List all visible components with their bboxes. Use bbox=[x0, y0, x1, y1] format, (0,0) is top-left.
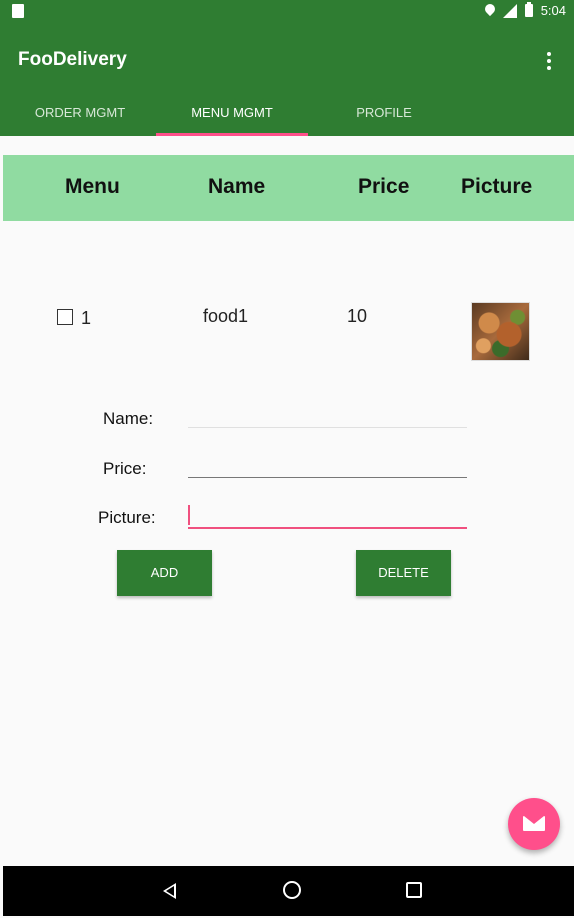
tab-bar: ORDER MGMT MENU MGMT PROFILE bbox=[4, 98, 462, 136]
envelope-icon bbox=[523, 816, 545, 831]
row-price: 10 bbox=[347, 306, 368, 326]
text-cursor bbox=[188, 505, 190, 525]
home-icon[interactable] bbox=[283, 881, 301, 899]
status-time: 5:04 bbox=[540, 3, 566, 18]
price-input[interactable] bbox=[188, 453, 467, 478]
app-bar: FooDelivery ORDER MGMT MENU MGMT PROFILE bbox=[0, 22, 574, 136]
picture-input[interactable] bbox=[188, 503, 467, 529]
add-button[interactable]: ADD bbox=[117, 550, 212, 596]
table-header: Menu Name Price Picture bbox=[3, 155, 574, 221]
system-nav-bar bbox=[3, 866, 574, 916]
delete-button[interactable]: DELETE bbox=[356, 550, 451, 596]
price-label: Price: bbox=[103, 459, 147, 478]
row-menu-number: 1 bbox=[81, 308, 92, 328]
tab-order-mgmt[interactable]: ORDER MGMT bbox=[4, 98, 156, 136]
overflow-menu-icon[interactable] bbox=[546, 52, 552, 70]
row-checkbox[interactable] bbox=[57, 309, 73, 325]
tab-profile[interactable]: PROFILE bbox=[308, 98, 460, 136]
header-picture: Picture bbox=[461, 175, 533, 198]
screen: 5:04 FooDelivery ORDER MGMT MENU MGMT PR… bbox=[0, 0, 574, 918]
recent-apps-icon[interactable] bbox=[406, 882, 422, 898]
email-fab-button[interactable] bbox=[508, 798, 560, 850]
header-price: Price bbox=[358, 175, 410, 198]
picture-label: Picture: bbox=[98, 508, 156, 527]
back-icon[interactable] bbox=[163, 883, 176, 899]
tab-menu-mgmt[interactable]: MENU MGMT bbox=[156, 98, 308, 136]
row-name: food1 bbox=[203, 306, 249, 326]
name-input[interactable] bbox=[188, 403, 467, 428]
signal-icon bbox=[502, 3, 517, 18]
name-label: Name: bbox=[103, 409, 154, 428]
row-food-picture bbox=[471, 302, 530, 361]
header-menu: Menu bbox=[65, 175, 120, 198]
app-title: FooDelivery bbox=[18, 49, 127, 70]
header-name: Name bbox=[208, 175, 266, 198]
status-bar: 5:04 bbox=[0, 0, 574, 22]
battery-icon bbox=[524, 2, 533, 17]
location-icon bbox=[485, 4, 495, 18]
status-icons: 5:04 bbox=[485, 2, 566, 18]
sd-card-icon bbox=[12, 4, 24, 18]
